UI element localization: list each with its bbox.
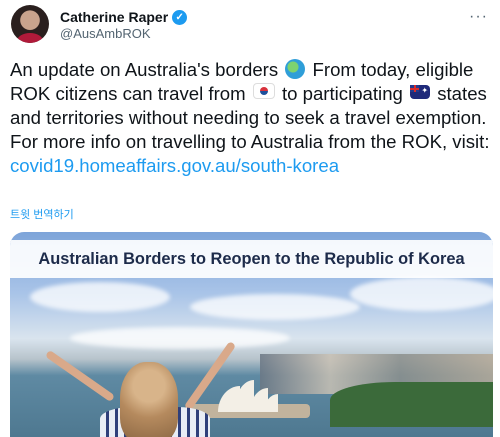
- korea-flag-icon: [252, 83, 275, 99]
- media-banner: Australian Borders to Reopen to the Repu…: [10, 240, 493, 278]
- tweet-text-part-3: to participating: [281, 83, 403, 104]
- author-name[interactable]: Catherine Raper: [60, 9, 168, 25]
- australia-flag-icon: [410, 85, 431, 99]
- verified-badge-icon: ✓: [172, 9, 188, 25]
- author-name-row[interactable]: Catherine Raper ✓: [60, 9, 188, 25]
- tweet-media-image[interactable]: Australian Borders to Reopen to the Repu…: [10, 232, 493, 437]
- woman-figure: [44, 340, 240, 437]
- tweet-text-part-1: An update on Australia's borders: [10, 59, 279, 80]
- translate-tweet-link[interactable]: 트윗 번역하기: [10, 206, 74, 222]
- tweet-text: An update on Australia's borders From to…: [10, 58, 495, 178]
- media-banner-text: Australian Borders to Reopen to the Repu…: [38, 249, 465, 268]
- more-options-icon[interactable]: ···: [469, 8, 488, 26]
- author-handle[interactable]: @AusAmbROK: [60, 26, 151, 41]
- tweet-link[interactable]: covid19.homeaffairs.gov.au/south-korea: [10, 155, 339, 176]
- park-trees: [330, 382, 493, 427]
- author-avatar[interactable]: [11, 5, 49, 43]
- globe-emoji-icon: [285, 59, 306, 79]
